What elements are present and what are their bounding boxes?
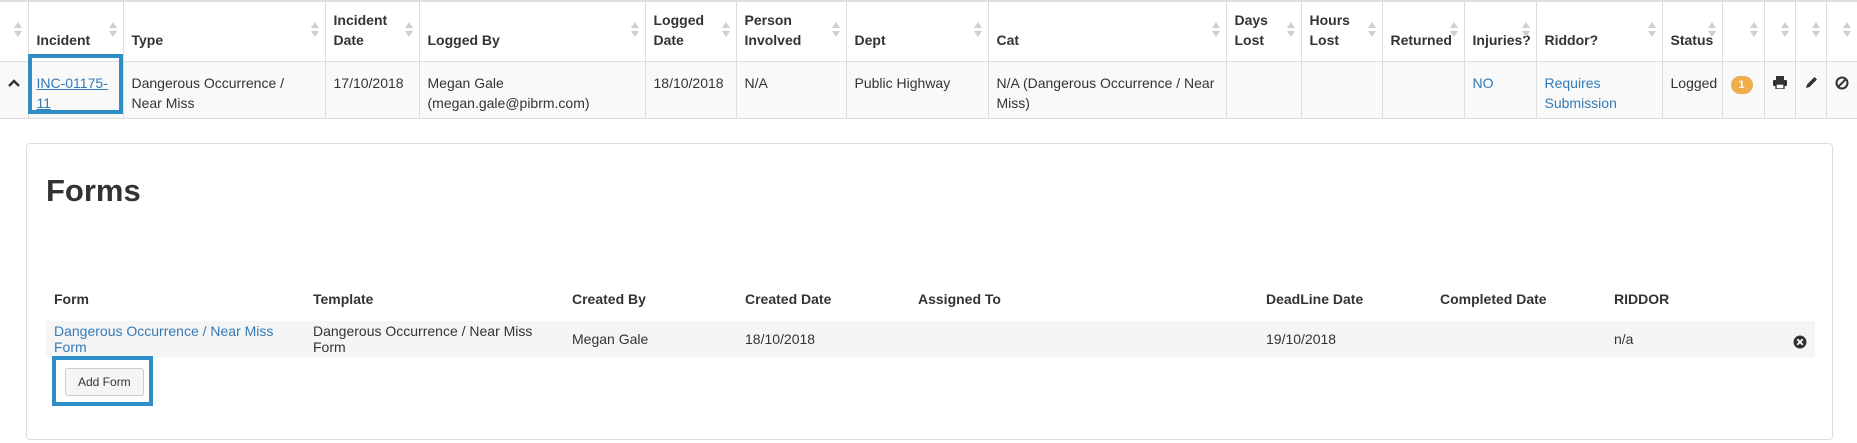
sort-icon <box>404 22 413 40</box>
forms-title: Forms <box>46 173 141 208</box>
sort-icon <box>973 22 982 40</box>
edit-button[interactable] <box>1795 61 1827 119</box>
form-column-header: Form <box>54 291 89 307</box>
created-by-cell: Megan Gale <box>564 321 737 357</box>
deadline-date-column-header: DeadLine Date <box>1266 291 1364 307</box>
notification-badge[interactable]: 1 <box>1730 75 1753 94</box>
deadline-date-cell: 19/10/2018 <box>1258 321 1432 357</box>
sort-icon <box>721 22 730 40</box>
table-header-row: Incident Type Incident Date Logged By Lo… <box>0 0 1857 62</box>
badge-column-header[interactable] <box>1722 0 1765 62</box>
sort-icon <box>630 22 639 40</box>
created-by-column-header: Created By <box>572 291 646 307</box>
returned-column-header[interactable]: Returned <box>1382 0 1465 62</box>
sort-icon <box>1367 22 1376 40</box>
add-form-button[interactable]: Add Form <box>65 368 144 396</box>
sort-icon <box>13 22 22 40</box>
status-cell: Logged <box>1662 61 1723 119</box>
ban-icon <box>1835 76 1848 89</box>
forms-table: Form Template Created By Created Date As… <box>46 277 1815 357</box>
logged-by-column-header[interactable]: Logged By <box>419 0 646 62</box>
cat-column-header[interactable]: Cat <box>988 0 1227 62</box>
incident-date-column-header[interactable]: Incident Date <box>325 0 420 62</box>
assigned-to-column-header: Assigned To <box>918 291 1001 307</box>
logged-by-email: (megan.gale@pibrm.com) <box>427 94 590 111</box>
type-cell: Dangerous Occurrence / Near Miss <box>123 61 326 119</box>
sort-icon <box>1211 22 1220 40</box>
form-link[interactable]: Dangerous Occurrence / Near Miss Form <box>54 323 273 355</box>
created-date-cell: 18/10/2018 <box>737 321 910 357</box>
chevron-up-icon[interactable] <box>8 78 20 88</box>
injuries-link[interactable]: NO <box>1473 75 1494 91</box>
assigned-to-cell <box>910 321 1258 357</box>
riddor-link[interactable]: Requires Submission <box>1545 75 1617 111</box>
sort-icon <box>1842 22 1851 40</box>
logged-by-name: Megan Gale <box>427 74 504 91</box>
sort-icon <box>1286 22 1295 40</box>
collapse-toggle[interactable] <box>0 61 29 119</box>
incident-link[interactable]: INC-01175-11 <box>37 75 108 111</box>
returned-cell <box>1382 61 1465 119</box>
sort-icon <box>108 22 117 40</box>
completed-date-column-header: Completed Date <box>1440 291 1547 307</box>
sort-icon <box>1707 22 1716 40</box>
actions-column-header <box>1754 277 1815 321</box>
remove-circle-icon <box>1793 335 1807 349</box>
incident-column-header[interactable]: Incident <box>28 0 124 62</box>
sort-icon <box>1780 22 1789 40</box>
sort-icon <box>1749 22 1758 40</box>
riddor-column-header[interactable]: Riddor? <box>1536 0 1663 62</box>
print-button[interactable] <box>1764 61 1796 119</box>
incident-date-cell: 17/10/2018 <box>325 61 420 119</box>
injuries-column-header[interactable]: Injuries? <box>1464 0 1537 62</box>
logged-date-cell: 18/10/2018 <box>645 61 737 119</box>
days-lost-cell <box>1226 61 1302 119</box>
cancel-button[interactable] <box>1826 61 1857 119</box>
completed-date-cell <box>1432 321 1606 357</box>
print-column-header[interactable] <box>1764 0 1796 62</box>
created-date-column-header: Created Date <box>745 291 832 307</box>
sort-icon <box>310 22 319 40</box>
table-row: Dangerous Occurrence / Near Miss Form Da… <box>46 321 1815 357</box>
hours-lost-cell <box>1301 61 1383 119</box>
sort-icon <box>1449 22 1458 40</box>
incidents-table: Incident Type Incident Date Logged By Lo… <box>0 0 1857 119</box>
sort-icon <box>1647 22 1656 40</box>
expand-column-header[interactable] <box>0 0 29 62</box>
sort-icon <box>831 22 840 40</box>
forms-panel: Forms Form Template Created By Created D… <box>26 143 1833 440</box>
person-involved-cell: N/A <box>736 61 847 119</box>
status-column-header[interactable]: Status <box>1662 0 1723 62</box>
logged-date-column-header[interactable]: Logged Date <box>645 0 737 62</box>
table-row: INC-01175-11 Dangerous Occurrence / Near… <box>0 61 1857 119</box>
riddor-cell: n/a <box>1606 321 1754 357</box>
sort-icon <box>1811 22 1820 40</box>
dept-column-header[interactable]: Dept <box>846 0 989 62</box>
pencil-icon <box>1805 76 1817 88</box>
forms-header-row: Form Template Created By Created Date As… <box>46 277 1815 321</box>
cat-cell: N/A (Dangerous Occurrence / Near Miss) <box>988 61 1227 119</box>
dept-cell: Public Highway <box>846 61 989 119</box>
template-column-header: Template <box>313 291 374 307</box>
template-cell: Dangerous Occurrence / Near Miss Form <box>305 321 564 357</box>
edit-column-header[interactable] <box>1795 0 1827 62</box>
sort-icon <box>1521 22 1530 40</box>
type-column-header[interactable]: Type <box>123 0 326 62</box>
days-lost-column-header[interactable]: Days Lost <box>1226 0 1302 62</box>
person-involved-column-header[interactable]: Person Involved <box>736 0 847 62</box>
remove-form-button[interactable] <box>1754 321 1815 357</box>
logged-by-cell: Megan Gale (megan.gale@pibrm.com) <box>419 61 646 119</box>
riddor-column-header: RIDDOR <box>1614 291 1670 307</box>
hours-lost-column-header[interactable]: Hours Lost <box>1301 0 1383 62</box>
print-icon <box>1772 75 1787 89</box>
cancel-column-header[interactable] <box>1826 0 1857 62</box>
